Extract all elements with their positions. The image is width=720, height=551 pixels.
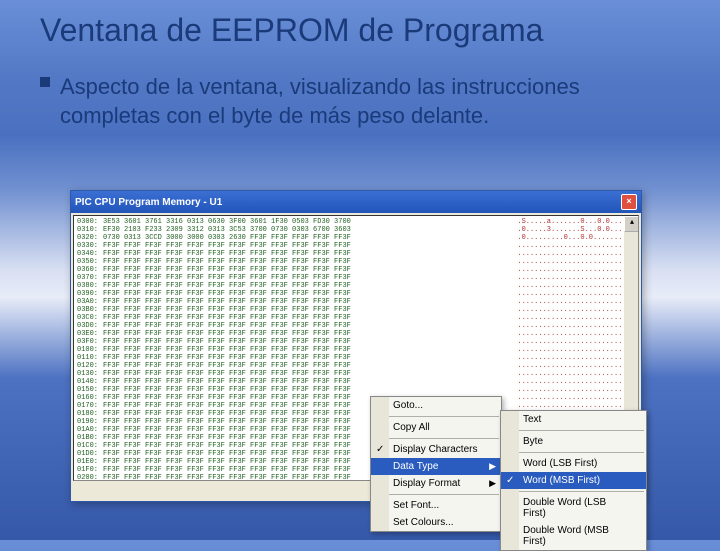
check-icon: ✓ bbox=[506, 475, 514, 486]
menu-set-font[interactable]: Set Font... bbox=[371, 497, 501, 514]
menu-data-type[interactable]: Data Type ▶ bbox=[371, 458, 501, 475]
menu-display-format[interactable]: Display Format ▶ bbox=[371, 475, 501, 492]
submenu-word-msb[interactable]: ✓ Word (MSB First) bbox=[501, 472, 646, 489]
menu-label: Word (MSB First) bbox=[523, 475, 600, 486]
submenu-text[interactable]: Text bbox=[501, 411, 646, 428]
slide-title: Ventana de EEPROM de Programa bbox=[0, 0, 720, 55]
chevron-right-icon: ▶ bbox=[489, 461, 496, 472]
menu-separator bbox=[373, 416, 499, 417]
menu-label: Data Type bbox=[393, 461, 438, 472]
submenu-dword-lsb[interactable]: Double Word (LSB First) bbox=[501, 494, 646, 522]
menu-set-colours[interactable]: Set Colours... bbox=[371, 514, 501, 531]
chevron-right-icon: ▶ bbox=[489, 478, 496, 489]
data-type-submenu: Text Byte Word (LSB First) ✓ Word (MSB F… bbox=[500, 410, 647, 551]
window-titlebar[interactable]: PIC CPU Program Memory - U1 × bbox=[71, 191, 641, 213]
submenu-dword-msb[interactable]: Double Word (MSB First) bbox=[501, 522, 646, 550]
menu-separator bbox=[503, 491, 644, 492]
submenu-word-lsb[interactable]: Word (LSB First) bbox=[501, 455, 646, 472]
scroll-up-icon[interactable]: ▴ bbox=[624, 216, 639, 232]
menu-separator bbox=[503, 452, 644, 453]
menu-goto[interactable]: Goto... bbox=[371, 397, 501, 414]
bullet-text: Aspecto de la ventana, visualizando las … bbox=[60, 73, 670, 130]
close-button[interactable]: × bbox=[621, 194, 637, 210]
menu-copy-all[interactable]: Copy All bbox=[371, 419, 501, 436]
menu-label: Display Characters bbox=[393, 444, 477, 455]
bullet-icon bbox=[40, 77, 50, 87]
menu-label: Display Format bbox=[393, 478, 460, 489]
context-menu: Goto... Copy All ✓ Display Characters Da… bbox=[370, 396, 502, 532]
bullet-item: Aspecto de la ventana, visualizando las … bbox=[0, 55, 720, 140]
check-icon: ✓ bbox=[376, 444, 384, 455]
window-title: PIC CPU Program Memory - U1 bbox=[75, 197, 222, 208]
address-column: 0300: 0310: 0320: 0330: 0340: 0350: 0360… bbox=[74, 216, 101, 480]
menu-separator bbox=[373, 494, 499, 495]
submenu-byte[interactable]: Byte bbox=[501, 433, 646, 450]
menu-separator bbox=[503, 430, 644, 431]
menu-separator bbox=[373, 438, 499, 439]
menu-display-chars[interactable]: ✓ Display Characters bbox=[371, 441, 501, 458]
